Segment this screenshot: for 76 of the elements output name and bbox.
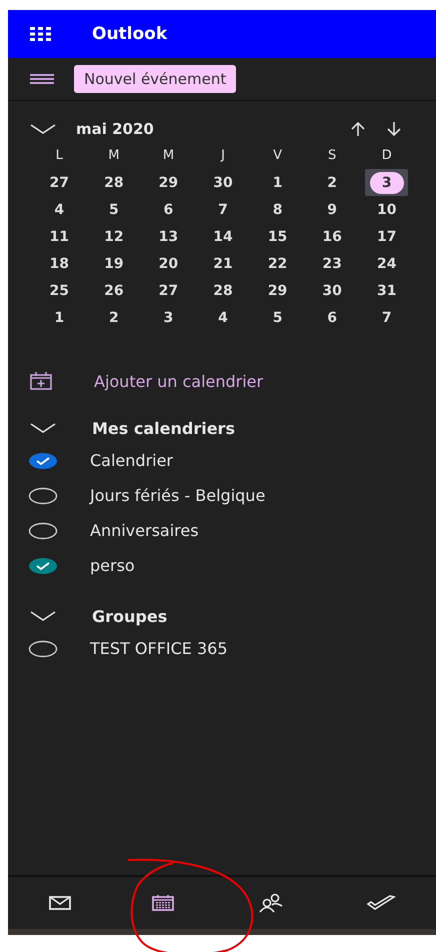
calendar-day[interactable]: 4	[206, 306, 240, 328]
calendar-day[interactable]: 4	[42, 198, 76, 220]
calendar-day[interactable]: 6	[151, 198, 186, 220]
chevron-down-icon[interactable]	[30, 124, 56, 134]
add-calendar-link[interactable]: Ajouter un calendrier	[94, 372, 264, 390]
weekday-label: L	[54, 147, 64, 165]
weekday-label: D	[380, 147, 393, 165]
checkbox[interactable]	[28, 556, 58, 574]
calendar-day[interactable]: 3	[370, 172, 404, 194]
checkbox[interactable]	[28, 522, 58, 540]
weekday-label: J	[220, 147, 226, 165]
checkmark-icon	[366, 895, 396, 911]
calendar-day[interactable]: 13	[151, 226, 186, 248]
month-title[interactable]: mai 2020	[76, 120, 154, 138]
envelope-icon	[48, 896, 70, 910]
calendar-day[interactable]: 10	[370, 198, 404, 220]
calendar-day[interactable]: 23	[315, 252, 350, 274]
calendar-day[interactable]: 18	[42, 252, 76, 274]
down-arrow-icon[interactable]	[386, 121, 402, 137]
up-arrow-icon[interactable]	[350, 121, 366, 137]
new-event-button[interactable]: Nouvel événement	[74, 65, 236, 93]
calendar-day[interactable]: 27	[42, 172, 76, 194]
calendar-day[interactable]: 2	[315, 172, 350, 194]
calendar-day[interactable]: 30	[206, 172, 240, 194]
calendar-day[interactable]: 24	[370, 252, 404, 274]
calendar-day[interactable]: 19	[96, 252, 131, 274]
calendar-day[interactable]: 2	[96, 306, 131, 328]
calendar-name[interactable]: Jours fériés - Belgique	[90, 486, 266, 505]
chevron-down-icon[interactable]	[30, 611, 56, 621]
calendar-day[interactable]: 28	[96, 172, 131, 194]
calendar-day[interactable]: 22	[260, 252, 295, 274]
calendar-day[interactable]: 11	[42, 226, 76, 248]
calendar-name[interactable]: Calendrier	[90, 451, 174, 470]
calendar-day[interactable]: 9	[315, 198, 350, 220]
calendar-day[interactable]: 6	[315, 306, 350, 328]
group-title[interactable]: Groupes	[92, 606, 168, 626]
calendar-day[interactable]: 5	[96, 198, 131, 220]
weekday-label: M	[107, 147, 120, 165]
weekday-label: V	[272, 147, 284, 165]
calendar-day[interactable]: 8	[260, 198, 295, 220]
checkbox[interactable]	[28, 640, 58, 658]
calendar-day[interactable]: 16	[315, 226, 350, 248]
app-launcher-icon[interactable]	[30, 27, 52, 41]
calendar-day[interactable]: 21	[206, 252, 240, 274]
chevron-down-icon[interactable]	[30, 423, 56, 433]
calendar-day[interactable]: 26	[96, 280, 131, 302]
calendar-day[interactable]: 29	[151, 172, 186, 194]
calendar-name[interactable]: Anniversaires	[90, 521, 199, 540]
checkbox[interactable]	[28, 486, 58, 504]
calendar-day[interactable]: 7	[206, 198, 240, 220]
calendar-name[interactable]: perso	[90, 556, 135, 575]
app-title: Outlook	[92, 24, 168, 44]
calendar-day[interactable]: 12	[96, 226, 131, 248]
calendar-day[interactable]: 15	[260, 226, 295, 248]
calendar-day[interactable]: 5	[260, 306, 295, 328]
calendar-day[interactable]: 20	[151, 252, 186, 274]
calendar-day[interactable]: 30	[315, 280, 350, 302]
calendar-name[interactable]: TEST OFFICE 365	[90, 639, 228, 658]
menu-icon[interactable]	[30, 74, 54, 84]
calendar-icon	[152, 895, 174, 911]
calendar-day[interactable]: 29	[260, 280, 295, 302]
calendar-day[interactable]: 1	[260, 172, 295, 194]
calendar-day[interactable]: 31	[370, 280, 404, 302]
weekday-label: S	[327, 147, 338, 165]
calendar-day[interactable]: 14	[206, 226, 240, 248]
calendar-day[interactable]: 3	[151, 306, 186, 328]
calendar-day[interactable]: 27	[151, 280, 186, 302]
add-calendar-icon[interactable]	[30, 372, 52, 390]
calendar-day[interactable]: 17	[370, 226, 404, 248]
calendar-day[interactable]: 1	[42, 306, 76, 328]
calendar-day[interactable]: 28	[206, 280, 240, 302]
calendar-day[interactable]: 7	[370, 306, 404, 328]
calendar-day[interactable]: 25	[42, 280, 76, 302]
group-title[interactable]: Mes calendriers	[92, 418, 235, 438]
checkbox[interactable]	[28, 452, 58, 470]
weekday-label: M	[162, 147, 176, 165]
